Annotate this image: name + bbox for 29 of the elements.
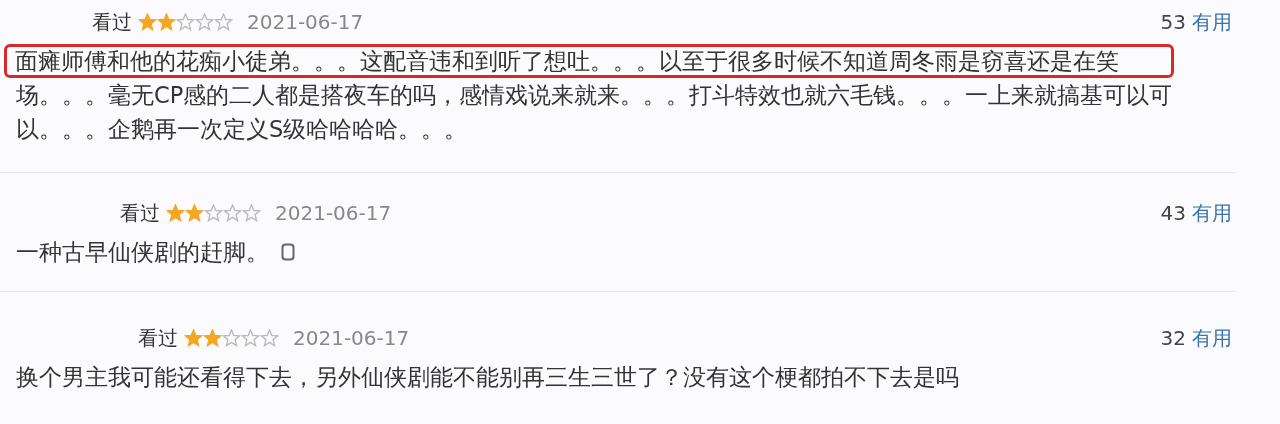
empty-star-icon	[214, 13, 233, 31]
vote-count: 43	[1160, 201, 1186, 225]
star-icon	[157, 13, 176, 31]
empty-star-icon	[195, 13, 214, 31]
comment-text: 以。。。企鹅再一次定义S级哈哈哈哈。。。	[15, 115, 469, 144]
vote-count: 53	[1160, 10, 1186, 34]
empty-star-icon	[241, 329, 260, 347]
star-icon	[203, 329, 222, 347]
useful-link[interactable]: 有用	[1192, 324, 1232, 352]
watch-status: 看过	[92, 8, 132, 36]
empty-star-icon	[260, 329, 279, 347]
useful-link[interactable]: 有用	[1192, 199, 1232, 227]
watch-status: 看过	[120, 199, 160, 227]
empty-star-icon	[242, 204, 261, 222]
comment-date: 2021-06-17	[275, 201, 392, 225]
comment-text: 一种古早仙侠剧的赶脚。	[15, 238, 270, 267]
comment-text: 场。。。毫无CP感的二人都是搭夜车的吗，感情戏说来就来。。。打斗特效也就六毛钱。。。一上来就搞基可以可	[15, 81, 1174, 110]
useful-link[interactable]: 有用	[1192, 8, 1232, 36]
highlighted-comment-text: 面瘫师傅和他的花痴小徒弟。。。这配音违和到听了想吐。。。以至于很多时候不知道周冬雨是窃喜还是在笑	[4, 44, 1174, 78]
star-icon	[184, 329, 203, 347]
watch-status: 看过	[138, 324, 178, 352]
comment-date: 2021-06-17	[247, 10, 364, 34]
comment-text: 换个男主我可能还看得下去，另外仙侠剧能不能别再三生三世了？没有这个梗都拍不下去是吗	[15, 363, 960, 392]
star-icon	[185, 204, 204, 222]
comment-date: 2021-06-17	[293, 326, 410, 350]
star-icon	[166, 204, 185, 222]
star-icon	[138, 13, 157, 31]
vote-count: 32	[1160, 326, 1186, 350]
empty-star-icon	[223, 204, 242, 222]
